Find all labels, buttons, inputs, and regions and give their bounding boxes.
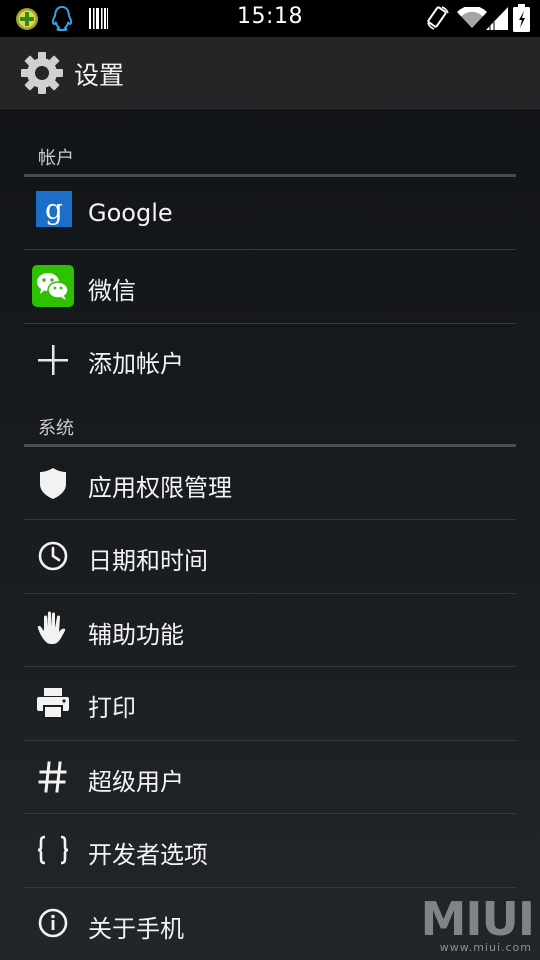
list-item-label: 超级用户 — [88, 768, 184, 796]
google-icon: g — [36, 191, 72, 227]
section-header-label: 系统 — [38, 418, 74, 439]
list-item-label: 打印 — [88, 694, 136, 722]
list-item-superuser[interactable]: 超级用户 — [24, 741, 516, 814]
list-item-developer-options[interactable]: 开发者选项 — [24, 814, 516, 888]
info-icon — [38, 908, 68, 938]
list-item-print[interactable]: 打印 — [24, 667, 516, 741]
plus-icon — [38, 345, 68, 375]
page-title: 设置 — [74, 61, 125, 90]
list-item-label: 开发者选项 — [88, 841, 208, 869]
wechat-icon — [32, 265, 74, 307]
section-header-system: 系统 — [24, 410, 516, 447]
hand-icon — [37, 611, 66, 644]
battery-icon — [513, 4, 530, 32]
status-bar: 15:18 — [0, 0, 540, 37]
list-item-google[interactable]: g Google — [24, 177, 516, 250]
action-bar: 设置 — [0, 37, 540, 109]
section-header-accounts: 帐户 — [24, 140, 516, 177]
list-item-date-time[interactable]: 日期和时间 — [24, 520, 516, 594]
list-item-add-account[interactable]: 添加帐户 — [24, 324, 516, 396]
hash-icon — [38, 761, 67, 793]
list-item-wechat[interactable]: 微信 — [24, 250, 516, 324]
list-item-label: 添加帐户 — [88, 350, 184, 378]
clock-icon — [38, 541, 68, 571]
gear-icon[interactable] — [20, 51, 64, 95]
list-item-label: 日期和时间 — [88, 547, 208, 575]
wifi-icon — [457, 7, 487, 28]
braces-icon — [37, 835, 69, 865]
watermark-brand: MIUI — [420, 892, 535, 946]
signal-icon — [486, 7, 508, 30]
svg-text:g: g — [45, 193, 63, 226]
watermark-url: www.miui.com — [439, 941, 532, 954]
section-header-label: 帐户 — [38, 148, 74, 169]
list-item-label: 关于手机 — [88, 915, 184, 943]
list-item-label: 应用权限管理 — [88, 474, 232, 502]
list-item-label: 辅助功能 — [88, 621, 184, 649]
list-item-app-permissions[interactable]: 应用权限管理 — [24, 447, 516, 520]
list-item-label: Google — [88, 199, 173, 227]
rotation-lock-icon — [427, 6, 449, 30]
miui-watermark: MIUI www.miui.com — [421, 892, 535, 954]
list-item-label: 微信 — [88, 277, 136, 305]
printer-icon — [37, 688, 69, 719]
shield-icon — [40, 468, 66, 499]
list-item-accessibility[interactable]: 辅助功能 — [24, 594, 516, 667]
settings-screen: 15:18 设置 帐户 g Google 微信 添加帐户 系统 应用权限管理 日… — [0, 0, 540, 960]
